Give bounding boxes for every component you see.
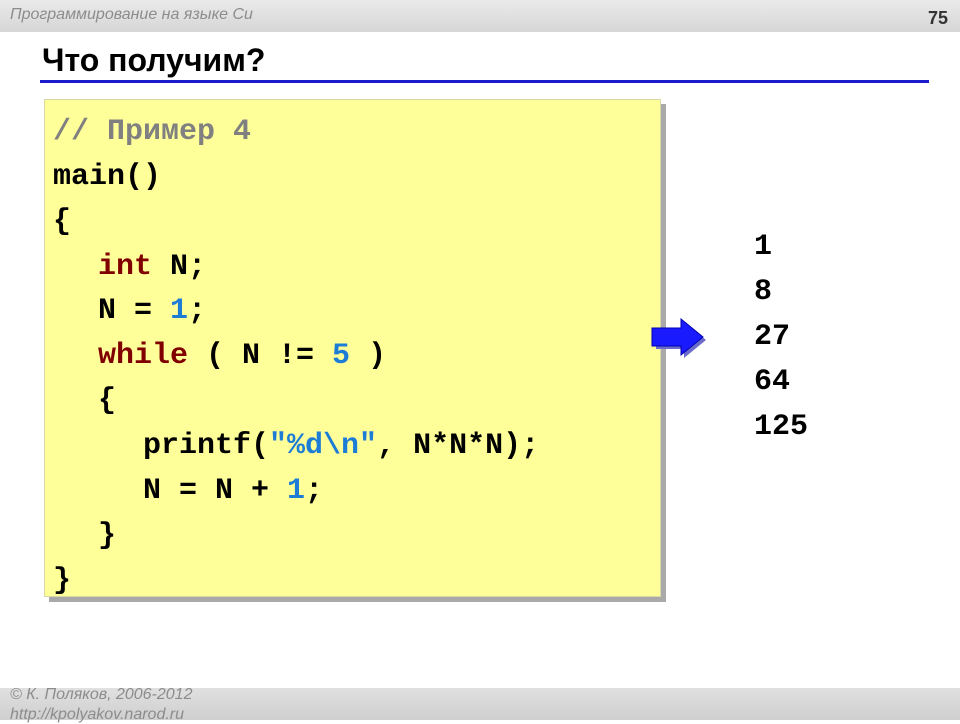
- code-printf-start: printf(: [143, 429, 270, 463]
- code-assign-lhs: N =: [98, 294, 171, 328]
- output-value: 64: [754, 365, 791, 399]
- code-open-brace: {: [53, 205, 72, 239]
- code-close-brace: }: [53, 564, 72, 598]
- code-line-increment: N = N + 1;: [143, 476, 323, 506]
- code-line-comment: // Пример 4: [53, 117, 251, 147]
- title-underline: [40, 80, 929, 83]
- code-line-main: main(): [53, 162, 161, 192]
- code-while-end: ): [350, 339, 387, 373]
- code-assign-end: ;: [188, 294, 207, 328]
- code-line-assign: N = 1;: [98, 296, 206, 326]
- course-title: Программирование на языке Си: [10, 6, 253, 23]
- code-increment-number: 1: [287, 474, 306, 508]
- code-printf-format: "%d\n": [269, 429, 378, 463]
- code-box: // Пример 4 main() { int N; N = 1; while…: [44, 99, 661, 597]
- code-increment-end: ;: [305, 474, 324, 508]
- footer-url: http://kpolyakov.narod.ru: [10, 706, 185, 723]
- code-declaration-rest: N;: [152, 250, 207, 284]
- code-line-printf: printf("%d\n", N*N*N);: [143, 431, 539, 461]
- footer-copyright: © К. Поляков, 2006-2012: [10, 686, 193, 703]
- code-comment: // Пример 4: [53, 115, 252, 149]
- code-increment-lhs: N = N +: [143, 474, 288, 508]
- code-while-condition: ( N !=: [188, 339, 333, 373]
- code-line-declaration: int N;: [98, 252, 206, 282]
- code-assign-number: 1: [170, 294, 189, 328]
- code-keyword-while: while: [98, 339, 189, 373]
- code-line-while: while ( N != 5 ): [98, 341, 386, 371]
- code-line-close-brace: }: [53, 566, 71, 596]
- code-line-open-brace: {: [53, 207, 71, 237]
- output-value: 27: [754, 320, 791, 354]
- code-keyword-int: int: [98, 250, 153, 284]
- code-line-inner-open: {: [98, 386, 116, 416]
- code-printf-end: , N*N*N);: [377, 429, 540, 463]
- slide-title: Что получим?: [42, 42, 266, 78]
- code-line-inner-close: }: [98, 521, 116, 551]
- code-while-number: 5: [332, 339, 351, 373]
- page-number: 75: [927, 8, 948, 28]
- code-inner-close-brace: }: [98, 519, 117, 553]
- output-value: 1: [754, 230, 773, 264]
- code-inner-open-brace: {: [98, 384, 117, 418]
- output-value: 125: [754, 410, 809, 444]
- right-arrow-icon: [651, 318, 706, 358]
- code-main-signature: main(): [53, 160, 162, 194]
- output-value: 8: [754, 275, 773, 309]
